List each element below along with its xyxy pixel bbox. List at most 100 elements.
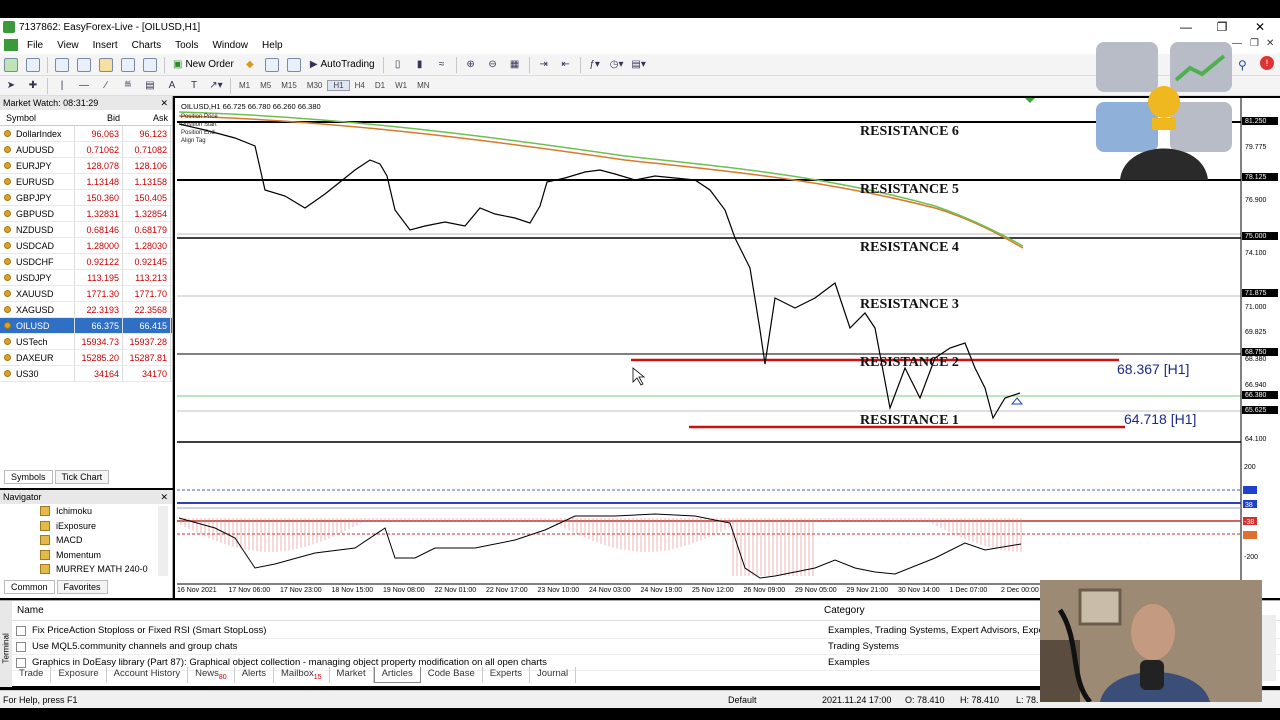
market-watch-row[interactable]: AUDUSD 0.71062 0.71082 xyxy=(0,142,172,158)
market-watch-close-icon[interactable]: ✕ xyxy=(160,98,172,109)
terminal-tab-articles[interactable]: Articles xyxy=(373,667,421,683)
menu-help[interactable]: Help xyxy=(255,40,290,51)
navigator-close-icon[interactable]: ✕ xyxy=(160,492,172,503)
navigator-button[interactable] xyxy=(97,56,115,74)
menu-window[interactable]: Window xyxy=(205,40,255,51)
market-watch-row[interactable]: NZDUSD 0.68146 0.68179 xyxy=(0,222,172,238)
market-watch-row[interactable]: GBPJPY 150.360 150.405 xyxy=(0,190,172,206)
market-watch-row[interactable]: EURJPY 128.078 128.106 xyxy=(0,158,172,174)
column-category[interactable]: Category xyxy=(824,605,865,616)
timeframe-m15[interactable]: M15 xyxy=(276,81,302,90)
column-ask[interactable]: Ask xyxy=(123,113,171,123)
market-watch-button[interactable] xyxy=(53,56,71,74)
timeframe-mn[interactable]: MN xyxy=(412,81,434,90)
tab-common[interactable]: Common xyxy=(4,580,55,594)
tab-tick-chart[interactable]: Tick Chart xyxy=(54,470,110,484)
terminal-tab-experts[interactable]: Experts xyxy=(483,667,530,683)
column-name[interactable]: Name xyxy=(12,605,824,616)
chart-shift-button[interactable]: ⇤ xyxy=(557,56,575,74)
terminal-tab-news[interactable]: News80 xyxy=(188,667,235,683)
menu-view[interactable]: View xyxy=(50,40,86,51)
nav-item-iexposure[interactable]: iExposure xyxy=(0,519,172,534)
line-chart-button[interactable]: ≈ xyxy=(433,56,451,74)
data-window-button[interactable] xyxy=(75,56,93,74)
strategy-tester-button[interactable] xyxy=(141,56,159,74)
timeframe-m1[interactable]: M1 xyxy=(234,81,255,90)
terminal-button[interactable] xyxy=(119,56,137,74)
close-button[interactable]: ✕ xyxy=(1242,18,1278,36)
auto-scroll-button[interactable]: ⇥ xyxy=(535,56,553,74)
signals-button[interactable] xyxy=(263,56,281,74)
maximize-button[interactable]: ❐ xyxy=(1204,18,1240,36)
periods-button[interactable]: ◷▾ xyxy=(608,56,626,74)
metaeditor-button[interactable]: ◆ xyxy=(241,56,259,74)
market-watch-row[interactable]: US30 34164 34170 xyxy=(0,366,172,382)
terminal-tab-mailbox[interactable]: Mailbox15 xyxy=(274,667,330,683)
vertical-line-button[interactable]: | xyxy=(53,77,71,95)
terminal-tab-alerts[interactable]: Alerts xyxy=(235,667,274,683)
menu-tools[interactable]: Tools xyxy=(168,40,205,51)
candlesticks-button[interactable]: ▮ xyxy=(411,56,429,74)
market-watch-row[interactable]: USDCHF 0.92122 0.92145 xyxy=(0,254,172,270)
tab-symbols[interactable]: Symbols xyxy=(4,470,53,484)
templates-button[interactable]: ▤▾ xyxy=(630,56,648,74)
menu-charts[interactable]: Charts xyxy=(125,40,168,51)
cursor-button[interactable]: ➤ xyxy=(2,77,20,95)
minimize-button[interactable]: — xyxy=(1168,18,1204,36)
fibonacci-button[interactable]: ▤ xyxy=(141,77,159,95)
market-watch-row[interactable]: XAUUSD 1771.30 1771.70 xyxy=(0,286,172,302)
notifications-icon[interactable]: ! xyxy=(1260,56,1274,70)
tab-favorites[interactable]: Favorites xyxy=(56,580,108,594)
nav-item-murrey-math[interactable]: MURREY MATH 240-0 xyxy=(0,562,172,577)
market-watch-row[interactable]: USDJPY 113.195 113.213 xyxy=(0,270,172,286)
market-button[interactable] xyxy=(285,56,303,74)
nav-item-momentum[interactable]: Momentum xyxy=(0,548,172,563)
timeframe-m30[interactable]: M30 xyxy=(302,81,328,90)
terminal-tab-trade[interactable]: Trade xyxy=(12,667,52,683)
mdi-restore-button[interactable]: ❐ xyxy=(1250,38,1259,49)
menu-insert[interactable]: Insert xyxy=(86,40,125,51)
column-bid[interactable]: Bid xyxy=(75,113,123,123)
new-chart-button[interactable] xyxy=(2,56,20,74)
nav-item-ichimoku[interactable]: Ichimoku xyxy=(0,504,172,519)
timeframe-m5[interactable]: M5 xyxy=(255,81,276,90)
autotrading-button[interactable]: ▶ AutoTrading xyxy=(307,56,378,74)
market-watch-row[interactable]: EURUSD 1.13148 1.13158 xyxy=(0,174,172,190)
market-watch-row[interactable]: DollarIndex 96.063 96.123 xyxy=(0,126,172,142)
market-watch-row[interactable]: DAXEUR 15285.20 15287.81 xyxy=(0,350,172,366)
trendline-button[interactable]: ∕ xyxy=(97,77,115,95)
indicators-button[interactable]: ƒ▾ xyxy=(586,56,604,74)
channel-button[interactable]: ≝ xyxy=(119,77,137,95)
navigator-scrollbar[interactable] xyxy=(158,506,168,576)
horizontal-line-button[interactable]: — xyxy=(75,77,93,95)
market-watch-row[interactable]: XAGUSD 22.3193 22.3568 xyxy=(0,302,172,318)
terminal-tab-journal[interactable]: Journal xyxy=(530,667,577,683)
bar-chart-button[interactable]: ▯ xyxy=(389,56,407,74)
arrows-button[interactable]: ↗▾ xyxy=(207,77,225,95)
label-button[interactable]: T xyxy=(185,77,203,95)
crosshair-button[interactable]: ✚ xyxy=(24,77,42,95)
timeframe-w1[interactable]: W1 xyxy=(390,81,412,90)
terminal-tab-exposure[interactable]: Exposure xyxy=(51,667,107,683)
timeframe-h1[interactable]: H1 xyxy=(327,80,350,91)
text-button[interactable]: A xyxy=(163,77,181,95)
search-icon[interactable]: ⚲ xyxy=(1238,58,1247,72)
timeframe-h4[interactable]: H4 xyxy=(350,81,370,90)
nav-item-macd[interactable]: MACD xyxy=(0,533,172,548)
terminal-tab-market[interactable]: Market xyxy=(330,667,374,683)
market-watch-row[interactable]: OILUSD 66.375 66.415 xyxy=(0,318,172,334)
mdi-close-button[interactable]: ✕ xyxy=(1266,38,1274,49)
profiles-button[interactable] xyxy=(24,56,42,74)
timeframe-d1[interactable]: D1 xyxy=(370,81,390,90)
market-watch-row[interactable]: USDCAD 1.28000 1.28030 xyxy=(0,238,172,254)
zoom-in-button[interactable]: ⊕ xyxy=(462,56,480,74)
terminal-tab-account-history[interactable]: Account History xyxy=(107,667,189,683)
terminal-tab-code-base[interactable]: Code Base xyxy=(421,667,483,683)
zoom-out-button[interactable]: ⊖ xyxy=(484,56,502,74)
menu-file[interactable]: File xyxy=(20,40,50,51)
new-order-button[interactable]: ▣ New Order xyxy=(170,56,237,74)
market-watch-row[interactable]: USTech 15934.73 15937.28 xyxy=(0,334,172,350)
market-watch-row[interactable]: GBPUSD 1.32831 1.32854 xyxy=(0,206,172,222)
tile-windows-button[interactable]: ▦ xyxy=(506,56,524,74)
column-symbol[interactable]: Symbol xyxy=(0,113,75,123)
